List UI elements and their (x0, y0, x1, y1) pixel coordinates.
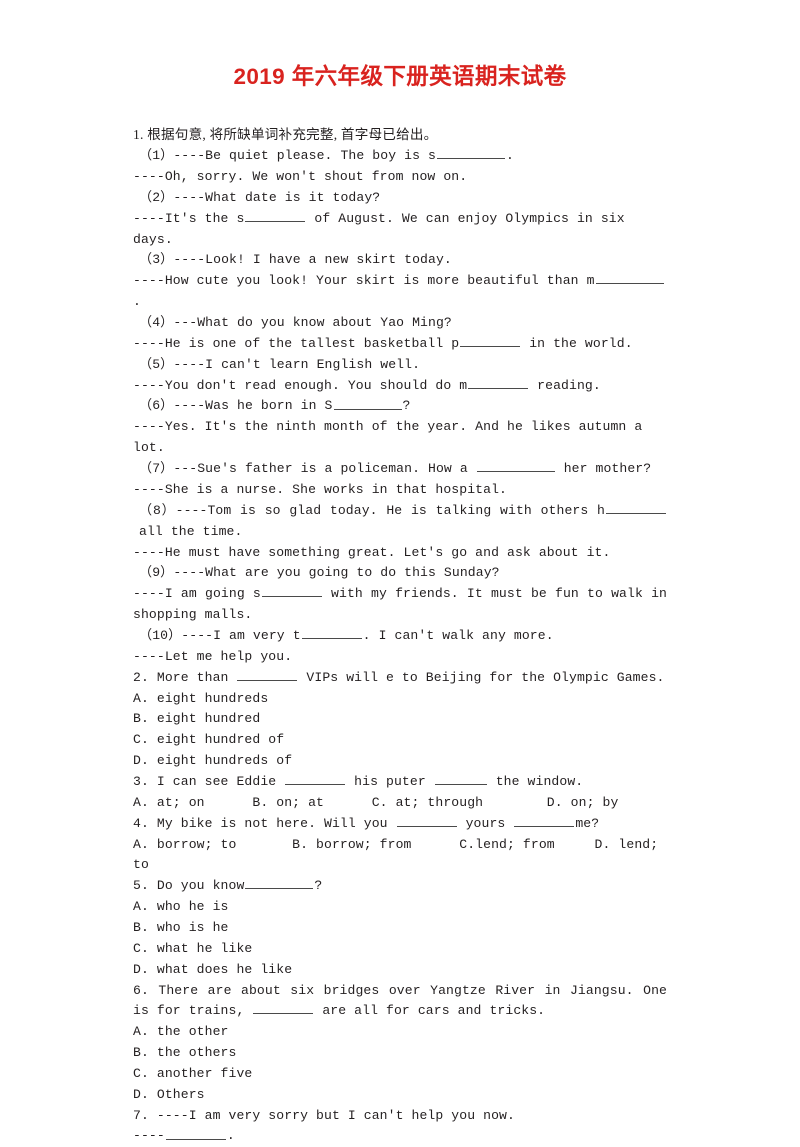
item-1-5-reply-head: ----You don't read enough. You should do… (133, 377, 468, 393)
question-3-choices[interactable]: A. at; on B. on; at C. at; through D. on… (133, 793, 667, 814)
item-1-6-prompt: （6）----Was he born in S? (133, 396, 667, 417)
question-2-choice-d[interactable]: D. eight hundreds of (133, 751, 667, 772)
question-5-choice-a[interactable]: A. who he is (133, 897, 667, 918)
question-7-reply-head: ---- (133, 1128, 165, 1144)
question-3-stem: 3. I can see Eddie his puter the window. (133, 772, 667, 793)
question-5-stem-tail: ? (314, 878, 323, 894)
fill-blank[interactable] (595, 271, 664, 285)
item-1-7-prompt-tail: her mother? (555, 461, 652, 477)
item-1-10-prompt: （10）----I am very t . I can't walk any mo… (133, 626, 667, 647)
item-1-4-prompt: （4）---What do you know about Yao Ming? (139, 314, 452, 330)
fill-blank[interactable] (301, 626, 362, 639)
item-1-1-reply: ----Oh, sorry. We won't shout from now o… (133, 168, 468, 184)
item-1-4-reply-head: ----He is one of the tallest basketball … (133, 335, 460, 351)
section-1-instruction: 1. 根据句意, 将所缺单词补充完整, 首字母已给出。 (133, 127, 438, 143)
item-1-2-prompt: （2）----What date is it today? (139, 189, 381, 205)
fill-blank[interactable] (514, 814, 575, 827)
question-7-reply: ----. (133, 1126, 667, 1147)
fill-blank[interactable] (468, 376, 529, 389)
fill-blank[interactable] (237, 668, 298, 681)
item-1-10-prompt-head: （10）----I am very t (139, 627, 301, 643)
question-6-stem-tail: are all for cars and tricks. (314, 1003, 546, 1019)
question-6-stem: 6. There are about six bridges over Yang… (133, 981, 667, 1023)
item-1-7-prompt: （7）---Sue's father is a policeman. How a… (133, 459, 667, 480)
item-1-9-reply-head: ----I am going s (133, 586, 261, 602)
item-1-7-reply: ----She is a nurse. She works in that ho… (133, 481, 508, 497)
item-1-7-prompt-head: （7）---Sue's father is a policeman. How a (139, 461, 476, 477)
item-1-1-prompt-text: （1）----Be quiet please. The boy is s (139, 148, 436, 164)
exam-page: 2019 年六年级下册英语期末试卷 1. 根据句意, 将所缺单词补充完整, 首字… (0, 0, 800, 1144)
question-5-choice-d[interactable]: D. what does he like (133, 960, 667, 981)
item-1-2-reply: ----It's the s of August. We can enjoy O… (133, 209, 667, 251)
question-3-stem-tail: the window. (487, 773, 584, 789)
fill-blank[interactable] (434, 772, 487, 785)
fill-blank[interactable] (460, 334, 521, 347)
question-6-choice-c[interactable]: C. another five (133, 1064, 667, 1085)
question-6-choice-d[interactable]: D. Others (133, 1085, 667, 1106)
question-5-stem: 5. Do you know? (133, 876, 667, 897)
item-1-1-prompt-tail: . (505, 148, 514, 164)
item-1-2-reply-head: ----It's the s (133, 210, 245, 226)
item-1-10-reply: ----Let me help you. (133, 648, 293, 664)
item-1-3-reply-tail: . (133, 294, 141, 310)
item-1-10-prompt-tail: . I can't walk any more. (362, 627, 554, 643)
fill-blank[interactable] (165, 1126, 226, 1140)
fill-blank[interactable] (396, 814, 457, 827)
question-2-choice-c[interactable]: C. eight hundred of (133, 730, 667, 751)
question-5-choice-b[interactable]: B. who is he (133, 918, 667, 939)
item-1-5-reply: ----You don't read enough. You should do… (133, 376, 667, 397)
item-1-6-reply: ----Yes. It's the ninth month of the yea… (133, 419, 651, 456)
item-1-4-reply: ----He is one of the tallest basketball … (133, 334, 667, 355)
question-2-stem: 2. More than VIPs will e to Beijing for … (133, 668, 667, 689)
item-1-3-prompt: （3）----Look! I have a new skirt today. (139, 252, 452, 268)
fill-blank[interactable] (285, 772, 346, 785)
item-1-5-reply-tail: reading. (529, 377, 601, 393)
question-2-stem-tail: VIPs will e to Beijing for the Olympic G… (298, 669, 665, 685)
question-4-choices[interactable]: A. borrow; to B. borrow; from C.lend; fr… (133, 835, 667, 877)
question-5-choice-c[interactable]: C. what he like (133, 939, 667, 960)
item-1-4-reply-tail: in the world. (521, 335, 633, 351)
question-5-stem-head: 5. Do you know (133, 878, 245, 894)
question-3-stem-mid: his puter (346, 773, 434, 789)
question-4-stem-head: 4. My bike is not here. Will you (133, 815, 396, 831)
item-1-8-reply: ----He must have something great. Let's … (133, 544, 611, 560)
item-1-8-prompt-tail: all the time. (139, 523, 243, 539)
item-1-8-prompt-head: （8）----Tom is so glad today. He is talki… (139, 502, 605, 518)
fill-blank[interactable] (253, 1001, 314, 1015)
question-7-stem: 7. ----I am very sorry but I can't help … (133, 1107, 515, 1123)
fill-blank[interactable] (245, 209, 306, 222)
item-1-1-prompt: （1）----Be quiet please. The boy is s. (133, 146, 667, 167)
question-3-stem-head: 3. I can see Eddie (133, 773, 285, 789)
item-1-9-reply: ----I am going s with my friends. It mus… (133, 584, 667, 626)
item-1-5-prompt: （5）----I can't learn English well. (139, 356, 421, 372)
exam-body: 1. 根据句意, 将所缺单词补充完整, 首字母已给出。 （1）----Be qu… (133, 91, 667, 1147)
question-2-stem-head: 2. More than (133, 669, 237, 685)
fill-blank[interactable] (476, 459, 555, 473)
fill-blank[interactable] (606, 501, 666, 514)
question-7-reply-tail: . (226, 1128, 235, 1144)
question-6-choice-b[interactable]: B. the others (133, 1043, 667, 1064)
question-2-choice-a[interactable]: A. eight hundreds (133, 689, 667, 710)
item-1-3-reply-head: ----How cute you look! Your skirt is mor… (133, 273, 595, 289)
item-1-6-prompt-head: （6）----Was he born in S (139, 398, 333, 414)
question-4-stem: 4. My bike is not here. Will you yours m… (133, 814, 667, 835)
item-1-9-prompt: （9）----What are you going to do this Sun… (139, 565, 500, 581)
item-1-8-prompt: （8）----Tom is so glad today. He is talki… (133, 501, 667, 543)
item-1-6-prompt-tail: ? (402, 398, 411, 414)
item-1-3-reply: ----How cute you look! Your skirt is mor… (133, 271, 667, 313)
question-6-choice-a[interactable]: A. the other (133, 1022, 667, 1043)
fill-blank[interactable] (261, 584, 322, 598)
fill-blank[interactable] (333, 396, 402, 410)
question-2-choice-b[interactable]: B. eight hundred (133, 709, 667, 730)
question-4-stem-tail: me? (575, 815, 600, 831)
page-title: 2019 年六年级下册英语期末试卷 (233, 64, 567, 89)
question-4-stem-mid: yours (457, 815, 514, 831)
fill-blank[interactable] (245, 876, 314, 890)
fill-blank[interactable] (436, 146, 505, 160)
